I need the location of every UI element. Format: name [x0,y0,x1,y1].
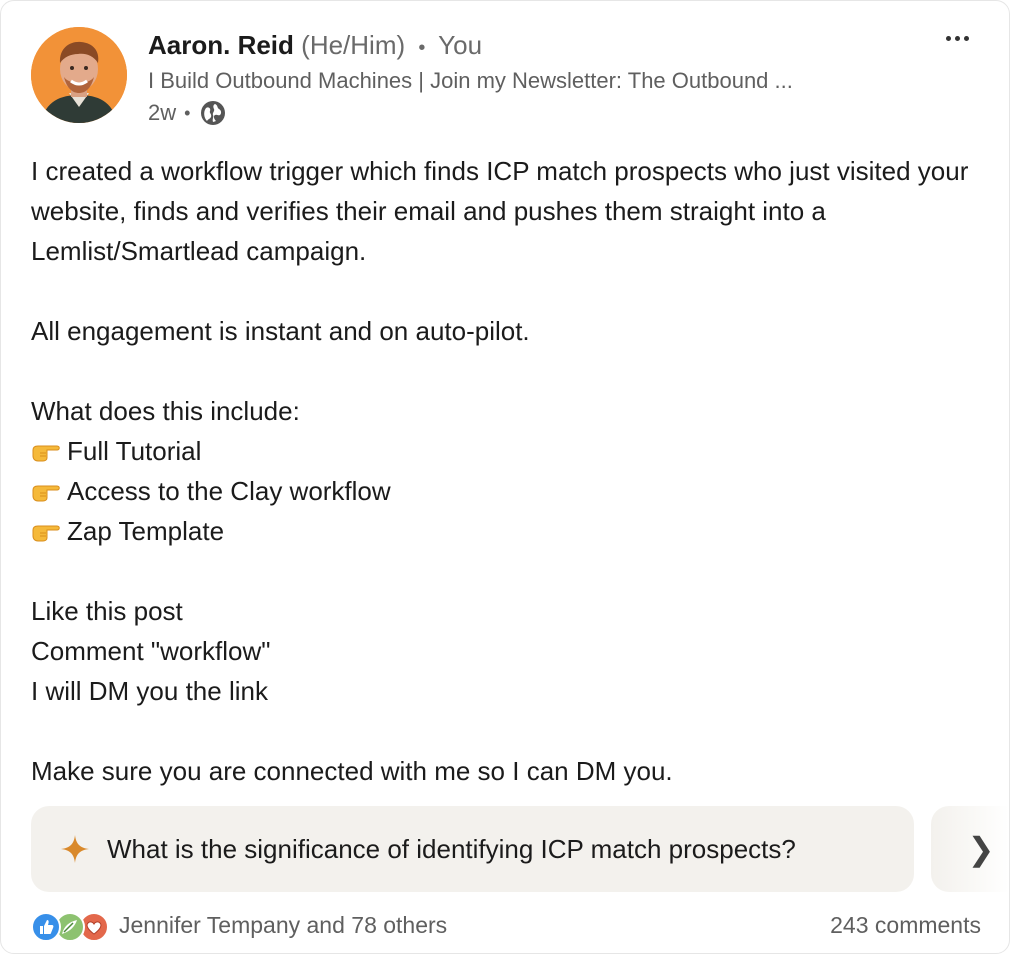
comments-count-link[interactable]: 243 comments [830,912,981,939]
post-paragraph: I created a workflow trigger which finds… [31,156,969,266]
cta-line: Like this post [31,596,183,626]
separator-dot: • [418,37,426,59]
more-options-button[interactable] [939,23,975,53]
includes-heading: What does this include: [31,396,300,426]
post-paragraph: All engagement is instant and on auto-pi… [31,316,530,346]
post-time: 2w [148,100,177,125]
author-relation: You [438,30,483,60]
author-name[interactable]: Aaron. Reid [148,30,294,60]
like-icon [31,912,61,942]
author-pronouns: (He/Him) [301,30,406,60]
list-item: Access to the Clay workflow [31,471,981,511]
post-meta: 2w • [148,100,226,126]
list-item-text: Full Tutorial [67,436,202,466]
sparkle-icon [61,835,89,863]
separator-dot: • [184,102,191,123]
author-avatar[interactable] [31,27,127,123]
more-dot [945,35,951,41]
pointing-hand-icon [32,525,60,542]
reactions-stack[interactable] [31,910,113,942]
author-name-row: Aaron. Reid (He/Him) • You [148,30,482,61]
cta-line: I will DM you the link [31,676,268,706]
closing-line: Make sure you are connected with me so I… [31,756,673,786]
chevron-right-icon[interactable]: ❯ [963,829,999,869]
more-dot [954,35,960,41]
globe-icon [200,100,226,126]
pointing-hand-icon [32,485,60,502]
list-item: Zap Template [31,511,981,551]
ai-suggestion-chip[interactable]: What is the significance of identifying … [31,806,914,892]
suggestion-text: What is the significance of identifying … [107,833,796,864]
cta-line: Comment "workflow" [31,636,271,666]
more-dot [963,35,969,41]
post-card: Aaron. Reid (He/Him) • You I Build Outbo… [0,0,1010,954]
list-item-text: Zap Template [67,516,225,546]
social-counts: Jennifer Tempany and 78 others 243 comme… [31,910,981,942]
pointing-hand-icon [32,445,60,462]
list-item-text: Access to the Clay workflow [67,476,391,506]
author-headline: I Build Outbound Machines | Join my News… [148,68,793,93]
reactors-link[interactable]: Jennifer Tempany and 78 others [119,912,447,939]
post-body: I created a workflow trigger which finds… [31,151,981,791]
list-item: Full Tutorial [31,431,981,471]
